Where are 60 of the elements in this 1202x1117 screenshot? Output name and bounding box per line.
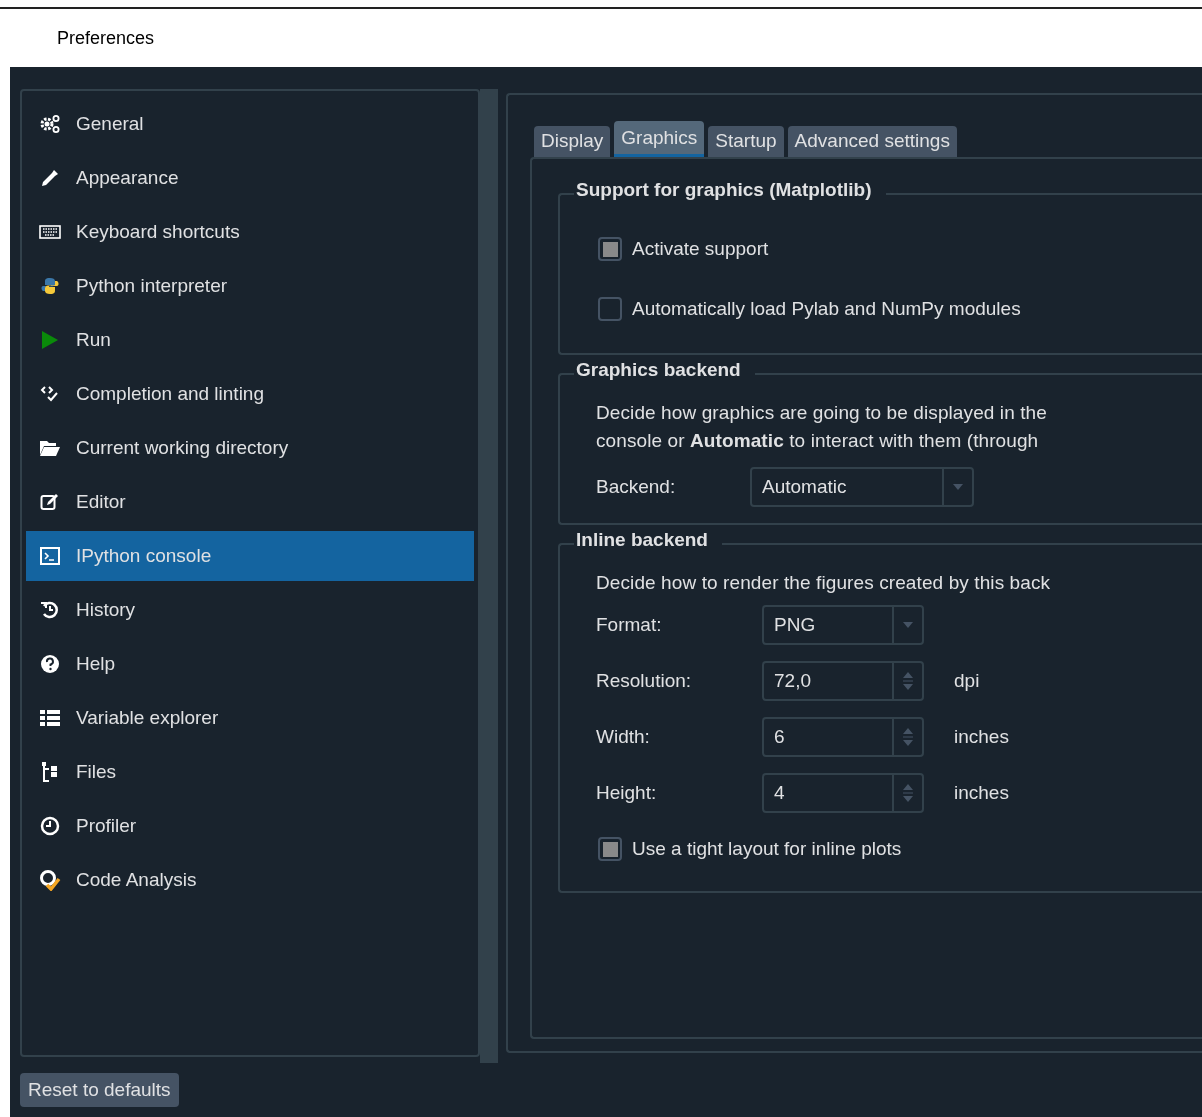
history-icon [40,600,60,620]
edit-icon [40,492,60,512]
field-label: Resolution: [596,670,693,692]
sidebar-item[interactable]: Appearance [26,153,474,203]
sidebar-item[interactable]: Code Analysis [26,855,474,905]
field-label: Format: [596,614,663,636]
tab[interactable]: Display [534,126,611,157]
folder-icon [39,439,61,457]
sidebar-item[interactable]: Keyboard shortcuts [26,207,474,257]
keyboard-icon [39,225,61,239]
play-icon [40,330,60,350]
caret-icon [903,622,913,628]
unit-label: inches [954,726,1009,748]
reset-button[interactable]: Reset to defaults [20,1073,179,1107]
description-text: Decide how graphics are going to be displayed in the [596,401,1048,425]
description-text: Decide how to render the figures created by this back [596,571,1052,595]
spin-box[interactable]: 4 [762,773,924,813]
unit-label: inches [954,782,1009,804]
sidebar-item[interactable]: Current working directory [26,423,474,473]
file-tree-icon [41,761,59,783]
terminal-icon [40,547,60,565]
sidebar-item[interactable]: Completion and linting [26,369,474,419]
tab[interactable]: Graphics [614,121,705,157]
python-icon [40,276,60,296]
sidebar-item[interactable]: Python interpreter [26,261,474,311]
window-title: Preferences [57,27,155,49]
spin-box[interactable]: 72,0 [762,661,924,701]
splitter-handle[interactable] [480,89,498,1063]
sidebar-item[interactable]: IPython console [26,531,474,581]
sidebar-item[interactable]: Files [26,747,474,797]
code-check-icon [40,385,60,403]
tab[interactable]: Advanced settings [787,126,957,157]
checkbox[interactable] [598,837,622,861]
table-icon [39,709,61,727]
sidebar-item[interactable]: Help [26,639,474,689]
spin-box[interactable]: 6 [762,717,924,757]
backend-dropdown[interactable]: Automatic [750,467,974,507]
sidebar-item[interactable]: Editor [26,477,474,527]
magnifier-check-icon [39,869,61,891]
sidebar-item[interactable]: History [26,585,474,635]
sidebar-item[interactable]: Variable explorer [26,693,474,743]
checkbox-label: Automatically load Pylab and NumPy modules [632,298,1021,320]
clock-icon [40,816,60,836]
sidebar-item[interactable]: Profiler [26,801,474,851]
checkbox-label: Use a tight layout for inline plots [632,838,902,860]
caret-icon [953,484,963,490]
field-label: Height: [596,782,658,804]
unit-label: dpi [954,670,980,692]
tab[interactable]: Startup [708,126,784,157]
format-dropdown[interactable]: PNG [762,605,924,645]
description-text: console or Automatic to interact with them (through [596,429,1040,453]
checkbox[interactable] [598,297,622,321]
field-label: Backend: [596,476,677,498]
checkbox-label: Activate support [632,238,769,260]
help-icon [40,654,60,674]
sidebar-item[interactable]: Run [26,315,474,365]
checkbox[interactable] [598,237,622,261]
sidebar-item[interactable]: General [26,99,474,149]
gears-icon [39,114,61,134]
field-label: Width: [596,726,651,748]
